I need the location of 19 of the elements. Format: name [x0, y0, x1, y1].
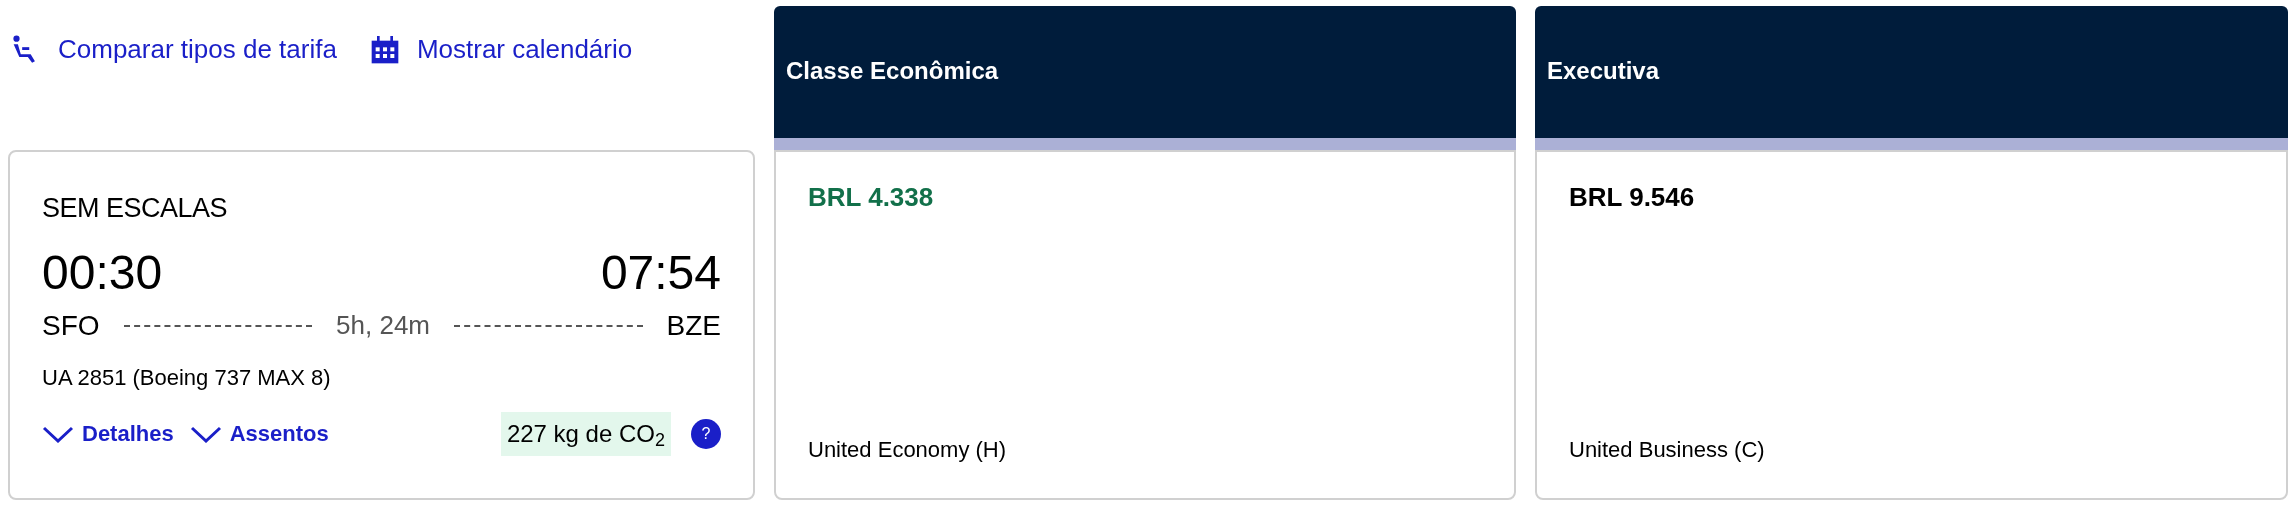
destination-code: BZE — [666, 308, 721, 343]
fare-header: Classe Econômica — [774, 6, 1516, 138]
link[interactable]: Mostrar calendário — [368, 30, 633, 69]
fare-header: Executiva — [1535, 6, 2288, 138]
emissions-badge: 227 kg de CO$_{2}$ — [500, 411, 671, 456]
fare-price: BRL 9.546 — [1569, 181, 1696, 214]
duration: 5h, 24m — [336, 309, 431, 342]
flight-info: UA 2851 (Boeing 737 MAX 8) — [42, 363, 332, 392]
stops-label: SEM ESCALAS — [42, 192, 229, 225]
departure-time: 00:30 — [42, 244, 163, 301]
link[interactable]: Comparar tipos de tarifa — [8, 30, 337, 69]
fare-price: BRL 4.338 — [808, 181, 935, 214]
expand-toggle[interactable]: Assentos — [189, 417, 329, 450]
fare-name: United Business (C) — [1569, 436, 1766, 464]
origin-code: SFO — [42, 308, 100, 343]
fare-name: United Economy (H) — [808, 436, 1008, 464]
help-button[interactable]: ? — [691, 418, 721, 449]
expand-toggle[interactable]: Detalhes — [42, 417, 174, 450]
arrival-time: 07:54 — [600, 244, 721, 301]
